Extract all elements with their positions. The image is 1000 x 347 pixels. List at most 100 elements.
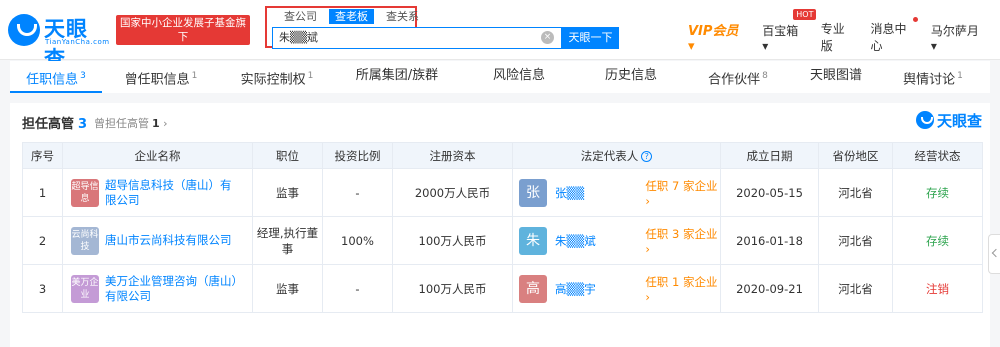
section-title-text: 担任高管 <box>22 117 75 132</box>
status-badge: 注销 <box>892 264 983 313</box>
legal-rep-link[interactable]: 张▒▒ <box>555 185 629 201</box>
capital-value: 100万人民币 <box>392 264 513 313</box>
ratio-value: - <box>322 168 393 217</box>
nav-messages-label: 消息中心 <box>870 22 907 53</box>
company-logo[interactable]: 美万企业 <box>71 274 99 303</box>
legal-rep-count-link[interactable]: 任职 7 家企业 › <box>645 178 720 208</box>
row-index: 2 <box>22 216 63 265</box>
executive-panel: 担任高管 3 曾担任高管 1 › 天眼查 序号 企业名称 职位 投资比例 注册资本 … <box>10 103 990 347</box>
date-value: 2016-01-18 <box>720 216 819 265</box>
side-scroll-handle[interactable] <box>988 234 1000 274</box>
region-value: 河北省 <box>818 216 893 265</box>
nav-user-label: 马尔萨月 <box>930 23 979 38</box>
tab-control[interactable]: 实际控制权 1 <box>220 61 334 93</box>
past-exec-label: 曾担任高管 <box>94 117 149 130</box>
legal-rep-count-link[interactable]: 任职 3 家企业 › <box>645 226 720 256</box>
position-value: 监事 <box>252 168 323 217</box>
section-title[interactable]: 担任高管 3 <box>22 113 87 132</box>
chevron-down-icon: ▾ <box>762 38 769 53</box>
legal-rep-cell: 高高▒▒宇 任职 1 家企业 › <box>512 264 721 313</box>
past-exec-count: 1 <box>152 117 160 130</box>
tianyancha-logo[interactable]: 天眼查 TianYanCha.com <box>8 13 109 71</box>
nav-user[interactable]: 马尔萨月 ▾ <box>931 22 982 53</box>
col-date: 成立日期 <box>720 142 819 169</box>
vip-link[interactable]: VIP会员 ▾ <box>688 20 742 54</box>
tab-label: 历史信息 <box>604 68 657 83</box>
past-exec-link[interactable]: 曾担任高管 1 › <box>94 115 168 131</box>
logo-eye-icon <box>8 14 40 46</box>
search-tabs: 查公司 查老板 查关系 <box>278 9 425 25</box>
hot-badge: HOT <box>793 8 817 20</box>
top-nav: VIP会员 ▾ 百宝箱 ▾ HOT 专业版 消息中心 马尔萨月 ▾ <box>688 8 1000 54</box>
avatar[interactable]: 高 <box>519 274 547 303</box>
legal-rep-cell: 张张▒▒ 任职 7 家企业 › <box>512 168 721 217</box>
tab-label: 曾任职信息 <box>124 72 190 88</box>
row-index: 3 <box>22 264 63 313</box>
tab-count: 1 <box>307 71 314 81</box>
col-capital: 注册资本 <box>392 142 513 169</box>
position-value: 经理,执行董事 <box>252 216 323 265</box>
vip-label: VIP会员 <box>688 24 739 39</box>
status-badge: 存续 <box>892 168 983 217</box>
col-legal-rep-label: 法定代表人 <box>580 148 639 163</box>
tab-label: 任职信息 <box>26 72 79 88</box>
clear-icon[interactable]: × <box>541 31 554 44</box>
section-count: 3 <box>78 117 88 132</box>
avatar[interactable]: 朱 <box>519 226 547 255</box>
notification-dot <box>912 17 918 22</box>
tab-label: 天眼图谱 <box>809 68 862 83</box>
company-cell: 云尚科技 唐山市云尚科技有限公司 <box>62 216 253 265</box>
tab-label: 实际控制权 <box>240 72 306 88</box>
region-value: 河北省 <box>818 264 893 313</box>
company-link[interactable]: 美万企业管理咨询（唐山）有限公司 <box>105 274 240 304</box>
search-tab-relation[interactable]: 查关系 <box>380 9 425 24</box>
tab-discussion[interactable]: 舆情讨论 1 <box>880 61 986 93</box>
company-link[interactable]: 超导信息科技（唐山）有限公司 <box>105 178 240 208</box>
col-ratio: 投资比例 <box>322 142 393 169</box>
nav-toolbox[interactable]: 百宝箱 ▾ HOT <box>762 8 817 53</box>
top-header: 天眼查 TianYanCha.com 国家中小企业发展子基金旗下 官方备案企业征… <box>0 0 1000 71</box>
legal-rep-count-link[interactable]: 任职 1 家企业 › <box>645 274 720 304</box>
help-icon[interactable]: ? <box>641 150 653 162</box>
company-logo[interactable]: 超导信息 <box>71 178 99 207</box>
gov-badge-line2: 官方备案企业征信机构 <box>130 45 236 57</box>
legal-rep-link[interactable]: 高▒▒宇 <box>555 281 629 297</box>
tab-label: 风险信息 <box>492 68 545 83</box>
col-legal-rep: 法定代表人? <box>512 142 721 169</box>
tab-label: 合作伙伴 <box>708 72 761 88</box>
chevron-down-icon: › <box>163 117 168 130</box>
company-cell: 美万企业 美万企业管理咨询（唐山）有限公司 <box>62 264 253 313</box>
chevron-down-icon: ▾ <box>930 38 937 53</box>
search-tab-boss[interactable]: 查老板 <box>329 9 374 24</box>
tab-current-jobs[interactable]: 任职信息 3 <box>10 61 102 93</box>
search-input[interactable]: 朱▒▒斌 <box>272 27 562 49</box>
status-badge: 存续 <box>892 216 983 265</box>
legal-rep-cell: 朱朱▒▒斌 任职 3 家企业 › <box>512 216 721 265</box>
table-row: 1 超导信息 超导信息科技（唐山）有限公司 监事 - 2000万人民币 张张▒▒ 任… <box>22 168 983 217</box>
legal-rep-link[interactable]: 朱▒▒斌 <box>555 233 629 249</box>
chevron-down-icon: ▾ <box>688 39 695 54</box>
tab-group[interactable]: 所属集团/族群 <box>334 61 460 93</box>
company-logo[interactable]: 云尚科技 <box>71 226 99 255</box>
tab-past-jobs[interactable]: 曾任职信息 1 <box>102 61 220 93</box>
tab-label: 舆情讨论 <box>903 72 956 88</box>
region-value: 河北省 <box>818 168 893 217</box>
brand-eye-icon <box>915 111 934 129</box>
executive-table: 序号 企业名称 职位 投资比例 注册资本 法定代表人? 成立日期 省份地区 经营… <box>22 142 983 313</box>
tab-partners[interactable]: 合作伙伴 8 <box>684 61 792 93</box>
avatar[interactable]: 张 <box>519 178 547 207</box>
search-tab-company[interactable]: 查公司 <box>278 9 323 24</box>
nav-pro[interactable]: 专业版 <box>821 20 853 54</box>
tab-graph[interactable]: 天眼图谱 <box>792 61 880 93</box>
search-button[interactable]: 天眼一下 <box>562 27 619 49</box>
brand-watermark: 天眼查 <box>915 109 982 131</box>
col-position: 职位 <box>252 142 323 169</box>
nav-toolbox-label: 百宝箱 <box>762 23 799 38</box>
nav-messages[interactable]: 消息中心 <box>870 17 918 54</box>
company-link[interactable]: 唐山市云尚科技有限公司 <box>105 233 240 248</box>
row-index: 1 <box>22 168 63 217</box>
tab-risk[interactable]: 风险信息 <box>460 61 578 93</box>
tab-count: 8 <box>762 71 768 81</box>
tab-history[interactable]: 历史信息 <box>578 61 684 93</box>
col-status: 经营状态 <box>892 142 983 169</box>
